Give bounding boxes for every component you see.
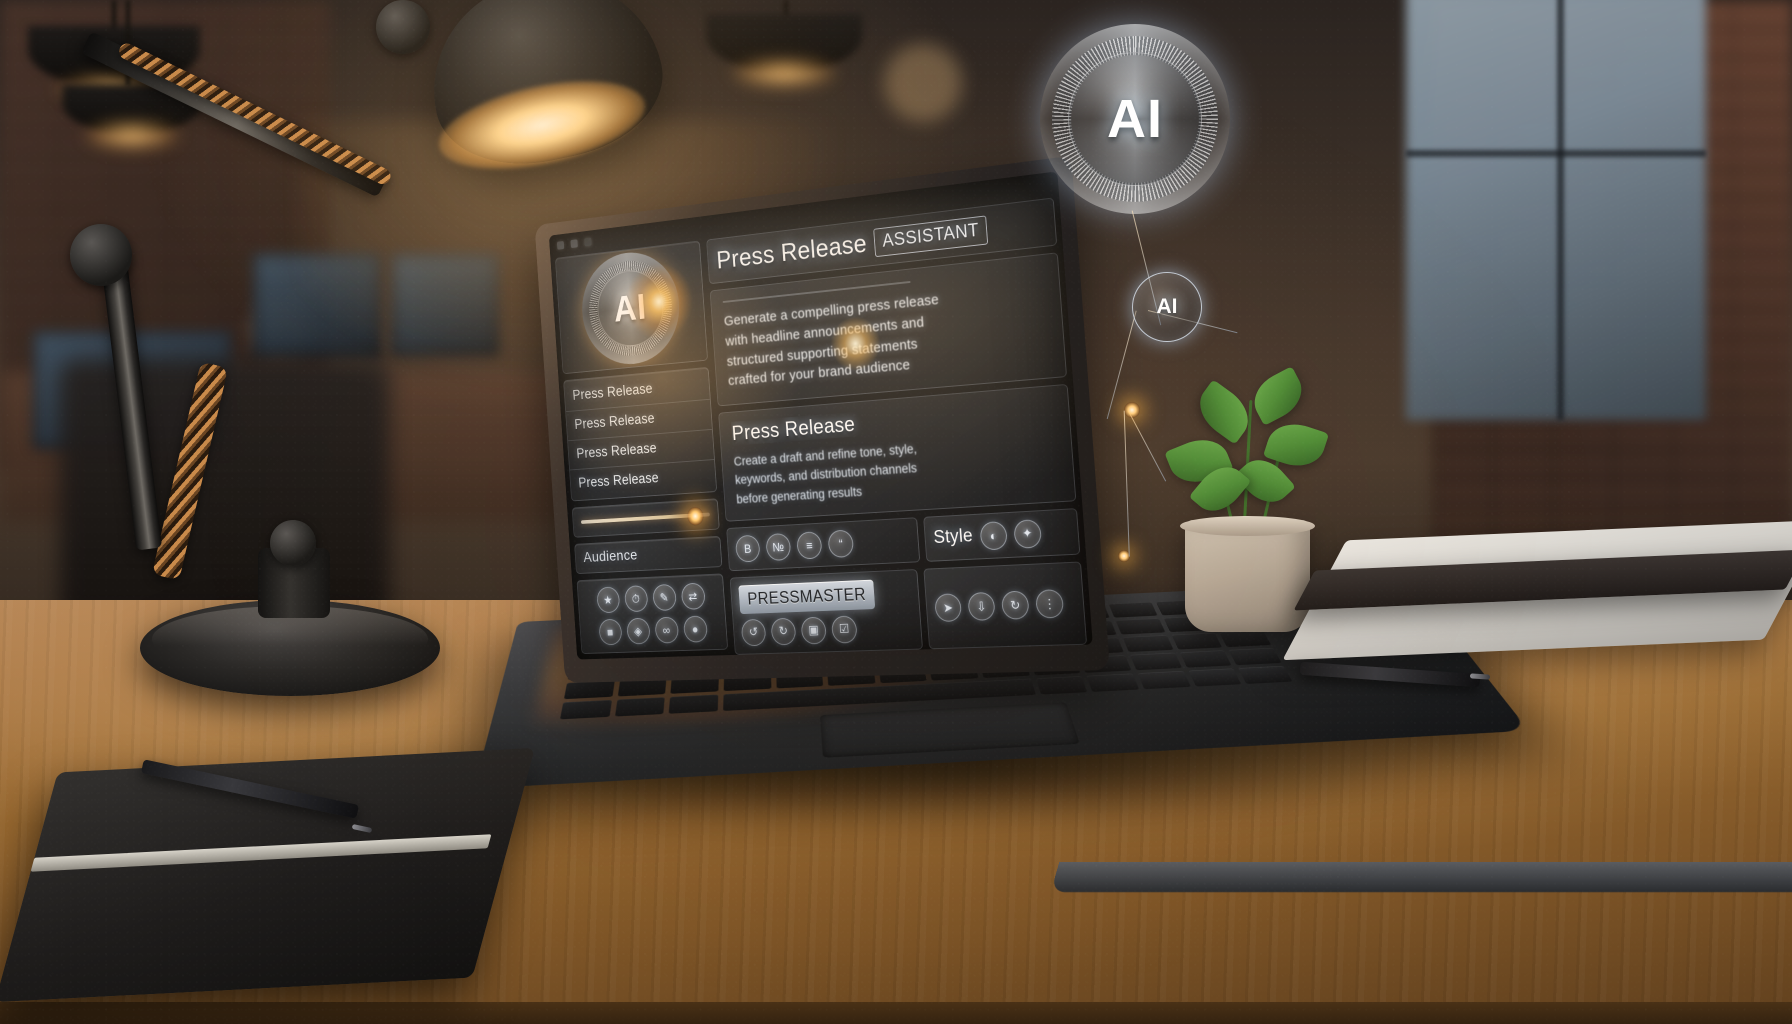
- redo-icon[interactable]: ↻: [770, 617, 797, 646]
- style-label: Style: [932, 525, 974, 549]
- sidebar-icon-grid: ★ ⏱ ✎ ⇄ ■ ◈ ∞ ●: [576, 573, 729, 655]
- sidebar-section-audience: Audience: [574, 535, 723, 575]
- main-content: Press Release ASSISTANT Generate a compe…: [706, 197, 1088, 655]
- keyboard-key[interactable]: [1115, 618, 1166, 635]
- more-icon[interactable]: ⋮: [1035, 589, 1065, 619]
- lamp-joint-head: [376, 0, 430, 54]
- section-card: Press Release Create a draft and refine …: [718, 383, 1077, 522]
- laptop-trackpad[interactable]: [819, 702, 1080, 758]
- tone-slider[interactable]: [571, 498, 720, 538]
- copy-icon[interactable]: ▣: [800, 616, 827, 645]
- sidebar-menu: Press Release Press Release Press Releas…: [563, 366, 718, 502]
- slider-handle[interactable]: [686, 506, 705, 526]
- plant-pot-rim: [1180, 516, 1315, 536]
- edit-icon[interactable]: ✎: [651, 583, 677, 612]
- office-desk-scene: AI Press Release Press Release Press Rel…: [0, 0, 1792, 1024]
- keyboard-key[interactable]: [559, 699, 612, 720]
- window-mullion-vertical: [1557, 0, 1564, 420]
- keyboard-key[interactable]: [669, 694, 719, 714]
- window-control-3[interactable]: [584, 237, 592, 247]
- link-icon[interactable]: ∞: [654, 616, 679, 644]
- undo-icon[interactable]: ↺: [740, 618, 767, 647]
- laptop: AI Press Release Press Release Press Rel…: [470, 150, 1792, 892]
- keyboard-key[interactable]: [1171, 632, 1223, 650]
- sidebar: AI Press Release Press Release Press Rel…: [554, 240, 729, 655]
- cta-toolbar: PRESSMASTER ↺ ↻ ▣ ☑: [729, 568, 923, 655]
- briefcase-icon[interactable]: ■: [598, 618, 623, 646]
- window-mullion-horizontal: [1406, 150, 1706, 157]
- window-control-1[interactable]: [556, 240, 565, 250]
- italic-icon[interactable]: №: [765, 532, 792, 561]
- pressmaster-button[interactable]: PRESSMASTER: [738, 579, 876, 614]
- keyboard-key[interactable]: [1035, 676, 1088, 695]
- lamp-joint-mid: [70, 224, 132, 286]
- lamp-joint-lower: [270, 520, 316, 566]
- assistant-badge: ASSISTANT: [873, 214, 989, 257]
- page-title: Press Release: [715, 228, 868, 275]
- keyboard-key[interactable]: [1228, 647, 1282, 666]
- window-controls[interactable]: [556, 237, 592, 250]
- lens-flare: [622, 258, 696, 344]
- bold-icon[interactable]: B: [734, 534, 761, 563]
- background-monitor-2: [252, 252, 382, 360]
- keyboard-key[interactable]: [1108, 602, 1158, 618]
- window-control-2[interactable]: [570, 239, 578, 249]
- format-toolbar: B № ≡ “: [726, 516, 921, 572]
- save-icon[interactable]: ☑: [830, 615, 858, 644]
- keyboard-key[interactable]: [1179, 650, 1232, 668]
- user-icon[interactable]: ●: [682, 615, 708, 643]
- keyboard-key[interactable]: [1137, 670, 1191, 690]
- office-window: [1406, 0, 1706, 420]
- toolbar-row-bottom: PRESSMASTER ↺ ↻ ▣ ☑ ➤ ⇩ ↻ ⋮: [729, 561, 1088, 655]
- send-icon[interactable]: ➤: [934, 593, 963, 623]
- keyboard-key[interactable]: [1188, 668, 1242, 687]
- laptop-base-front-edge: [1050, 862, 1792, 892]
- keyboard-key[interactable]: [1122, 635, 1174, 652]
- app-ui: AI Press Release Press Release Press Rel…: [554, 197, 1088, 655]
- clock-icon[interactable]: ⏱: [623, 585, 649, 613]
- keyboard-key[interactable]: [1219, 630, 1272, 648]
- download-icon[interactable]: ⇩: [967, 592, 996, 622]
- plant-pot: [1185, 520, 1310, 632]
- bokeh-light-1: [884, 44, 962, 122]
- tag-icon[interactable]: ◈: [625, 617, 651, 645]
- keyboard-key[interactable]: [1238, 665, 1293, 684]
- bookmark-icon[interactable]: ★: [595, 586, 620, 614]
- bottom-left-icons: ↺ ↻ ▣ ☑: [740, 615, 858, 647]
- desk-front-edge: [0, 1002, 1792, 1024]
- palette-icon[interactable]: ◐: [979, 520, 1008, 551]
- sparkle-icon[interactable]: ✦: [1012, 518, 1042, 549]
- laptop-screen: AI Press Release Press Release Press Rel…: [548, 171, 1093, 660]
- share-icon[interactable]: ⇄: [680, 582, 706, 610]
- keyboard-key[interactable]: [1086, 673, 1140, 692]
- sidebar-ai-logo: AI: [554, 240, 709, 375]
- keyboard-key[interactable]: [563, 680, 615, 700]
- style-toolbar: Style ◐ ✦: [923, 507, 1081, 562]
- keyboard-key[interactable]: [1130, 652, 1182, 671]
- laptop-lid: AI Press Release Press Release Press Rel…: [534, 155, 1110, 683]
- refresh-icon[interactable]: ↻: [1000, 590, 1030, 621]
- background-office-chair: [60, 360, 390, 620]
- quote-icon[interactable]: “: [827, 529, 855, 558]
- action-toolbar: ➤ ⇩ ↻ ⋮: [923, 561, 1088, 650]
- keyboard-key[interactable]: [614, 697, 666, 717]
- list-icon[interactable]: ≡: [796, 530, 823, 560]
